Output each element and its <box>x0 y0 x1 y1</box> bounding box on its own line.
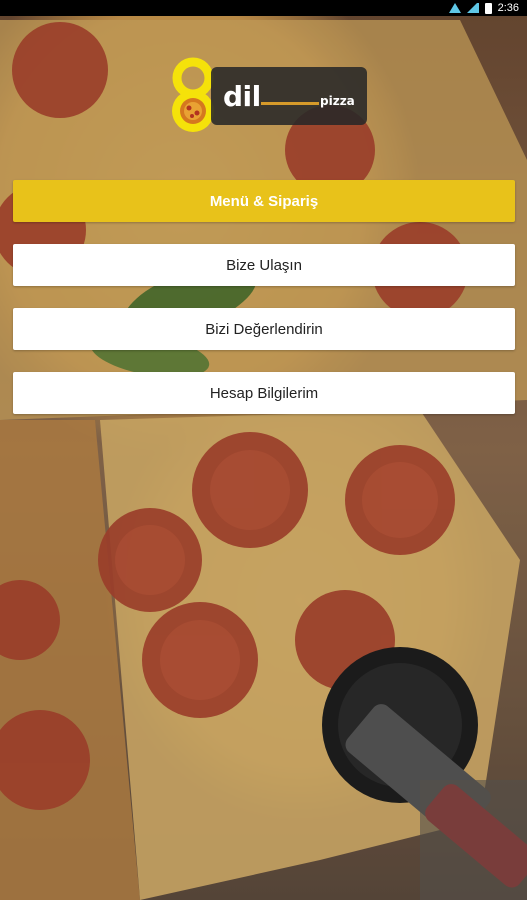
wifi-icon <box>448 3 461 13</box>
logo-wordmark: dil <box>223 80 261 113</box>
logo-suffix: pizza <box>320 94 355 108</box>
signal-icon <box>466 3 479 13</box>
rate-us-button[interactable]: Bizi Değerlendirin <box>13 308 515 350</box>
menu-order-button[interactable]: Menü & Sipariş <box>13 180 515 222</box>
main-menu: Menü & Sipariş Bize Ulaşın Bizi Değerlen… <box>13 180 515 436</box>
logo-underline <box>261 102 319 105</box>
brand-logo: dil pizza <box>163 56 368 136</box>
account-info-button[interactable]: Hesap Bilgilerim <box>13 372 515 414</box>
contact-us-button[interactable]: Bize Ulaşın <box>13 244 515 286</box>
status-time: 2:36 <box>497 2 519 14</box>
battery-icon <box>484 2 492 14</box>
status-bar: 2:36 <box>0 0 527 16</box>
